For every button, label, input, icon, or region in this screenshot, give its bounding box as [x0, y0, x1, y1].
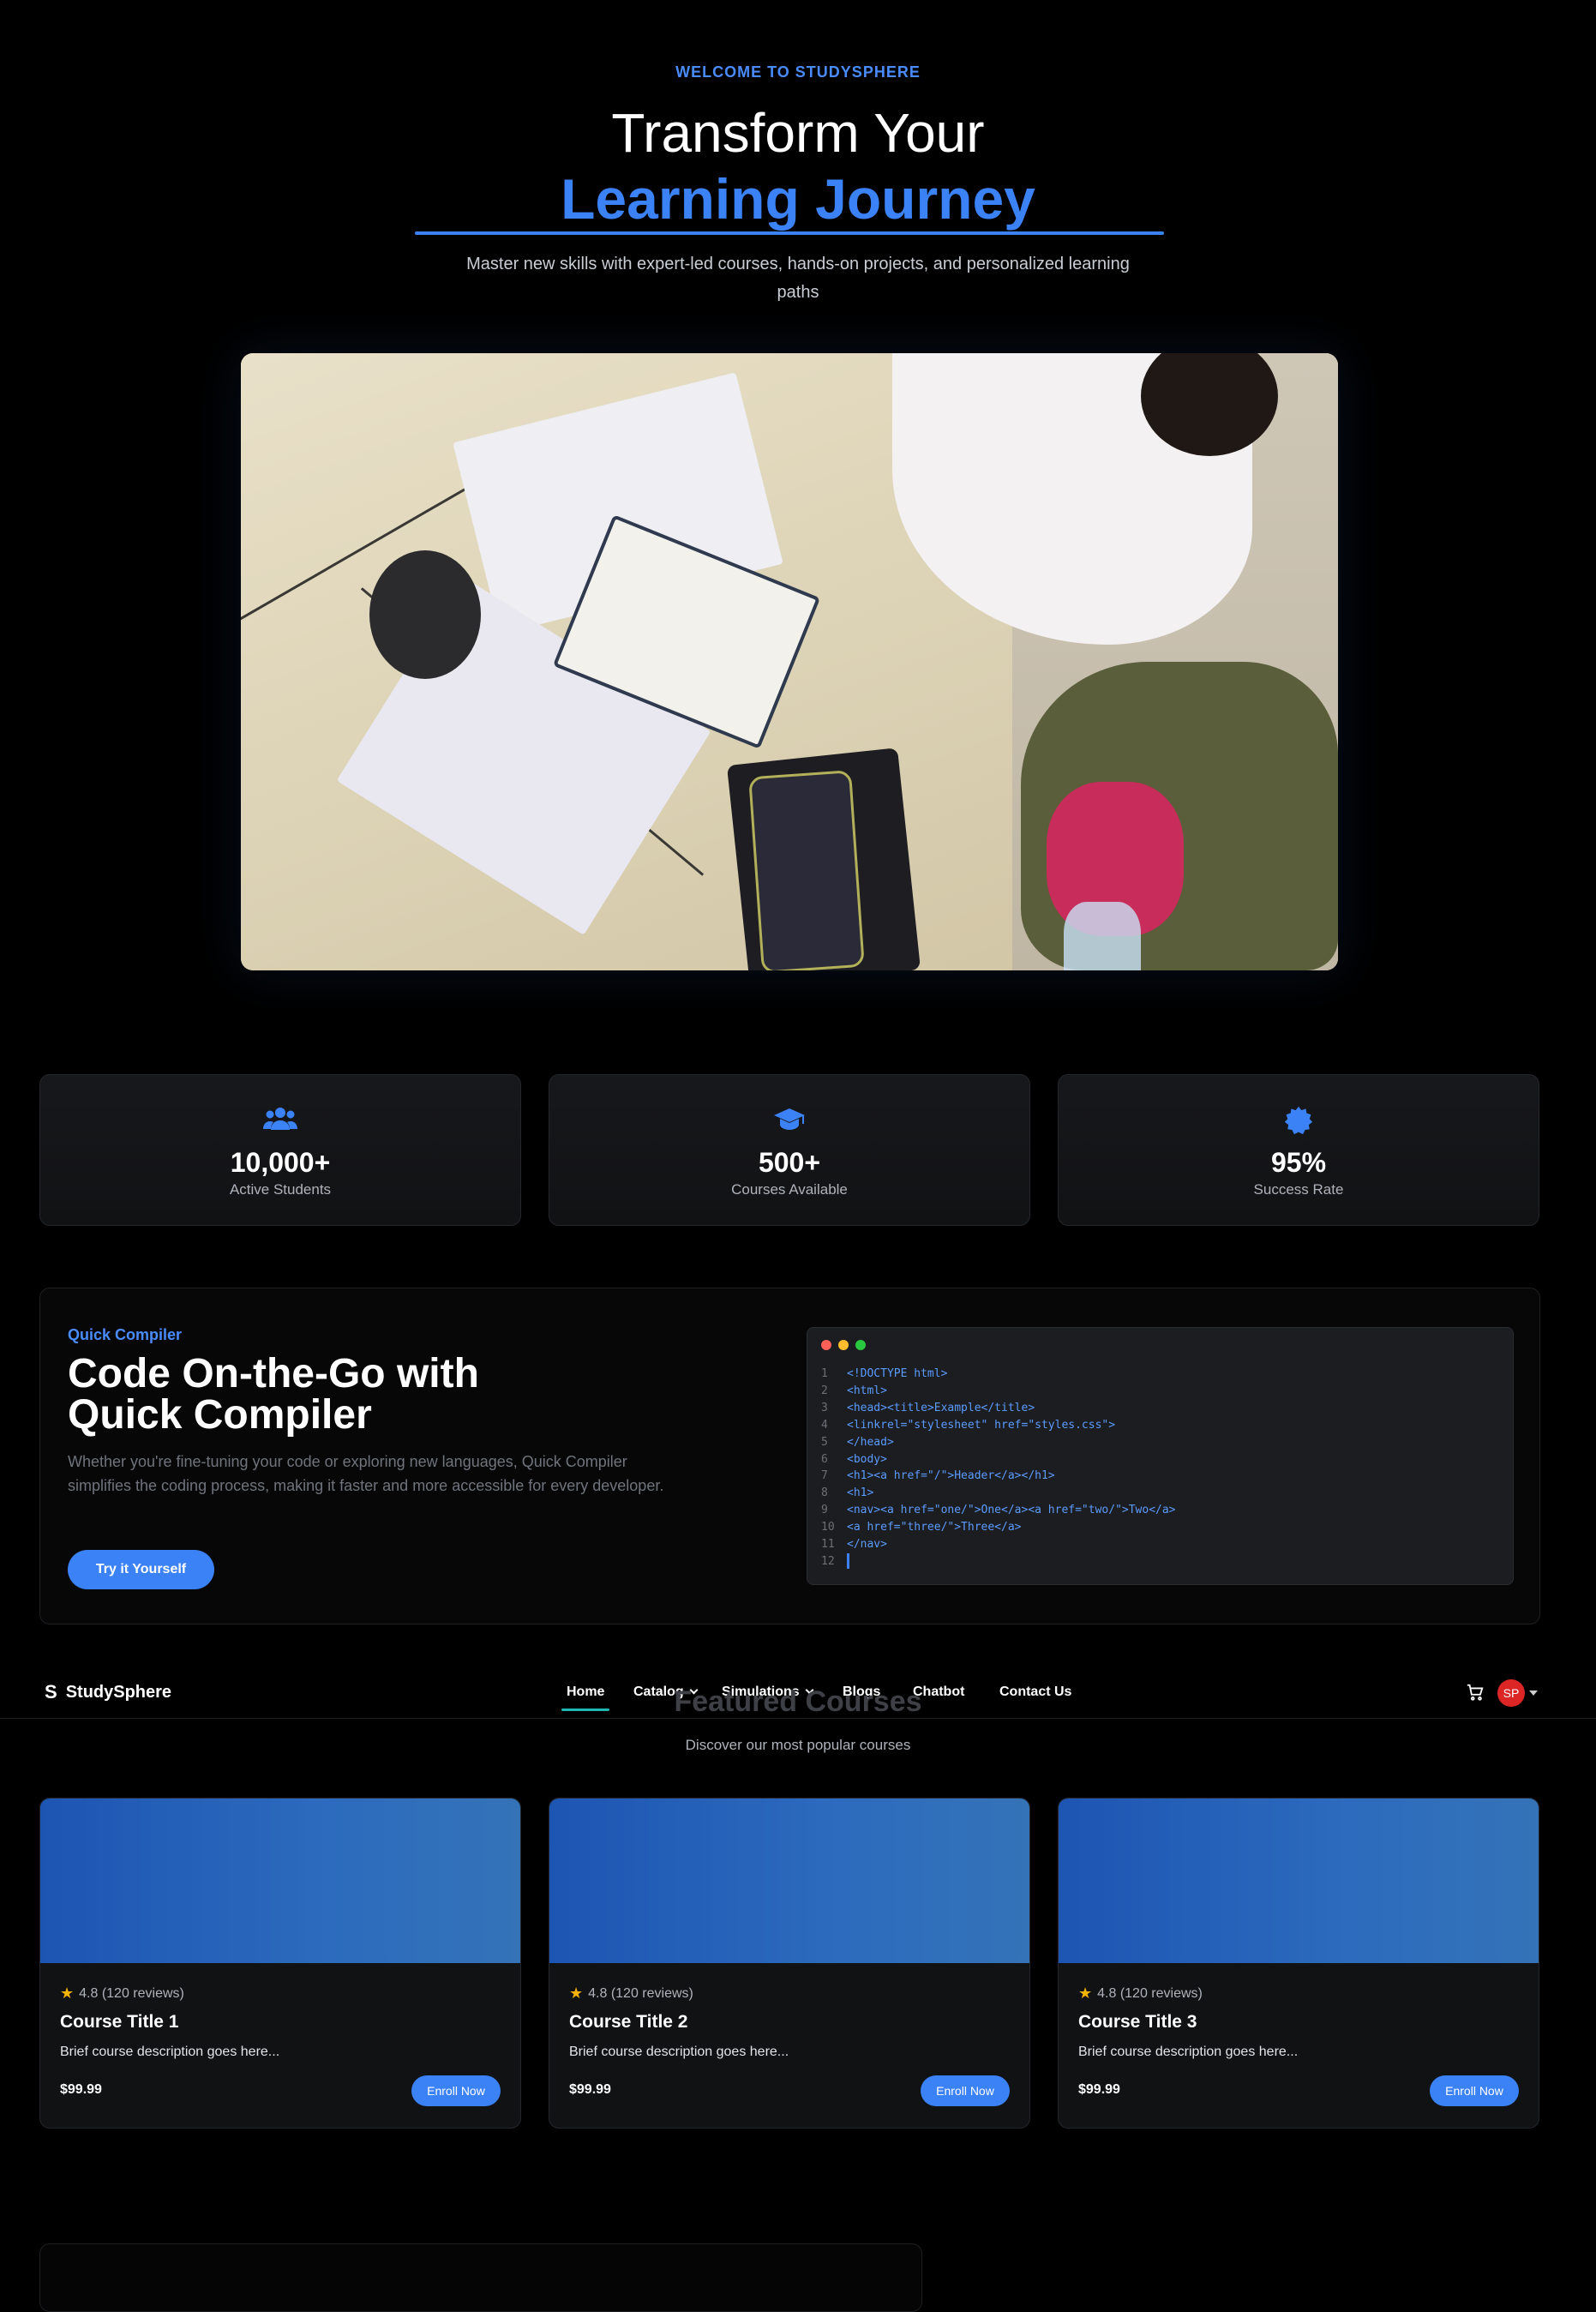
- line-number: 1: [821, 1367, 828, 1380]
- window-controls: [821, 1340, 866, 1350]
- hero-eyebrow: WELCOME TO STUDYSPHERE: [675, 63, 921, 81]
- line-number: 2: [821, 1384, 828, 1397]
- award-badge-icon: [1059, 1106, 1539, 1135]
- course-rating: ★ 4.8 (120 reviews): [569, 1985, 693, 2003]
- code-line: 8 <h1>: [821, 1485, 1176, 1502]
- code-text: <linkrel="stylesheet" href="styles.css">: [847, 1418, 1116, 1432]
- course-description: Brief course description goes here...: [569, 2045, 789, 2059]
- code-line: 9 <nav><a href="one/">One</a><a href="two…: [821, 1502, 1176, 1519]
- try-it-yourself-button[interactable]: Try it Yourself: [68, 1550, 214, 1589]
- course-rating: ★ 4.8 (120 reviews): [1078, 1985, 1203, 2003]
- stat-value: 10,000+: [230, 1147, 331, 1178]
- code-line: 3 <head><title>Example</title>: [821, 1400, 1176, 1417]
- text-cursor: [847, 1552, 849, 1569]
- code-text: <body>: [847, 1452, 887, 1466]
- graduation-cap-icon: [549, 1106, 1029, 1135]
- code-text: <h1><a href="/">Header</a></h1>: [847, 1469, 1055, 1483]
- enroll-now-button[interactable]: Enroll Now: [1430, 2075, 1519, 2106]
- line-number: 10: [821, 1521, 835, 1534]
- course-price: $99.99: [1078, 2082, 1120, 2097]
- course-card[interactable]: ★ 4.8 (120 reviews) Course Title 1 Brief …: [39, 1798, 521, 2129]
- code-text: <html>: [847, 1384, 887, 1397]
- code-line: 6 <body>: [821, 1451, 1176, 1468]
- line-number: 6: [821, 1452, 828, 1466]
- line-number: 3: [821, 1401, 828, 1414]
- code-text: </head>: [847, 1435, 894, 1449]
- stat-label: Active Students: [229, 1181, 332, 1198]
- rating-text: 4.8 (120 reviews): [588, 1985, 693, 2001]
- hero-title-line1: Transform Your: [611, 102, 985, 164]
- course-title: Course Title 2: [569, 2012, 688, 2032]
- hero-title-line2: Learning Journey: [561, 167, 1035, 231]
- course-card[interactable]: ★ 4.8 (120 reviews) Course Title 3 Brief …: [1058, 1798, 1539, 2129]
- stat-card-courses: 500+ Courses Available: [549, 1074, 1030, 1226]
- hero-title-underline: [415, 231, 1164, 235]
- close-dot-icon: [821, 1340, 831, 1350]
- featured-subtitle: Discover our most popular courses: [685, 1737, 911, 1753]
- code-line: 1 <!DOCTYPE html>: [821, 1366, 1176, 1383]
- enroll-now-button[interactable]: Enroll Now: [921, 2075, 1010, 2106]
- star-icon: ★: [1078, 1985, 1093, 2002]
- course-banner: [40, 1799, 520, 1963]
- stat-label: Success Rate: [1253, 1181, 1344, 1198]
- course-banner: [1059, 1799, 1539, 1963]
- stat-card-students: 10,000+ Active Students: [39, 1074, 521, 1226]
- code-line: 4 <linkrel="stylesheet" href="styles.css"…: [821, 1417, 1176, 1434]
- compiler-eyebrow: Quick Compiler: [68, 1326, 183, 1343]
- code-text: </nav>: [847, 1538, 887, 1552]
- course-title: Course Title 3: [1078, 2012, 1197, 2032]
- next-section-card: [39, 2243, 922, 2312]
- code-line: 5 </head>: [821, 1434, 1176, 1451]
- line-number: 5: [821, 1435, 828, 1449]
- minimize-dot-icon: [838, 1340, 849, 1350]
- line-number: 7: [821, 1469, 828, 1483]
- code-line: 2 <html>: [821, 1383, 1176, 1400]
- code-editor[interactable]: 1 <!DOCTYPE html> 2 <html> 3 <head><title>Exa…: [807, 1327, 1514, 1585]
- maximize-dot-icon: [855, 1340, 866, 1350]
- course-price: $99.99: [569, 2082, 611, 2097]
- code-line: 11 </nav>: [821, 1536, 1176, 1553]
- enroll-now-button[interactable]: Enroll Now: [411, 2075, 501, 2106]
- stat-value: 500+: [758, 1147, 821, 1178]
- stat-value: 95%: [1270, 1147, 1327, 1178]
- compiler-description: Whether you're fine-tuning your code or …: [68, 1453, 664, 1494]
- rating-text: 4.8 (120 reviews): [1097, 1985, 1203, 2001]
- code-line: 12: [821, 1552, 1176, 1570]
- stat-label: Courses Available: [731, 1181, 848, 1198]
- course-card[interactable]: ★ 4.8 (120 reviews) Course Title 2 Brief …: [549, 1798, 1030, 2129]
- course-description: Brief course description goes here...: [60, 2045, 280, 2059]
- rating-text: 4.8 (120 reviews): [79, 1985, 184, 2001]
- star-icon: ★: [60, 1985, 75, 2002]
- code-text: <a href="three/">Three</a>: [847, 1521, 1022, 1534]
- course-rating: ★ 4.8 (120 reviews): [60, 1985, 184, 2003]
- line-number: 9: [821, 1504, 828, 1517]
- featured-title: Featured Courses: [674, 1685, 922, 1718]
- line-number: 11: [821, 1538, 835, 1552]
- course-banner: [549, 1799, 1029, 1963]
- line-number: 12: [821, 1554, 835, 1568]
- code-text: <nav><a href="one/">One</a><a href="two/…: [847, 1504, 1176, 1517]
- course-description: Brief course description goes here...: [1078, 2045, 1299, 2059]
- code-line: 10 <a href="three/">Three</a>: [821, 1519, 1176, 1536]
- code-line: 7 <h1><a href="/">Header</a></h1>: [821, 1468, 1176, 1485]
- hero-subtitle: Master new skills with expert-led course…: [466, 255, 1130, 302]
- code-lines: 1 <!DOCTYPE html> 2 <html> 3 <head><title>Exa…: [821, 1366, 1176, 1570]
- line-number: 8: [821, 1486, 828, 1500]
- hero-image-study-desk: [241, 353, 1338, 970]
- quick-compiler-section: Quick Compiler Code On-the-Go with Quick…: [39, 1288, 1540, 1624]
- line-number: 4: [821, 1418, 828, 1432]
- course-price: $99.99: [60, 2082, 102, 2097]
- star-icon: ★: [569, 1985, 584, 2002]
- code-text: <!DOCTYPE html>: [847, 1367, 948, 1380]
- users-icon: [40, 1106, 520, 1135]
- code-text: <h1>: [847, 1486, 874, 1500]
- stat-card-success: 95% Success Rate: [1058, 1074, 1539, 1226]
- compiler-title: Code On-the-Go with Quick Compiler: [68, 1351, 479, 1438]
- course-title: Course Title 1: [60, 2012, 179, 2032]
- code-text: <head><title>Example</title>: [847, 1401, 1035, 1414]
